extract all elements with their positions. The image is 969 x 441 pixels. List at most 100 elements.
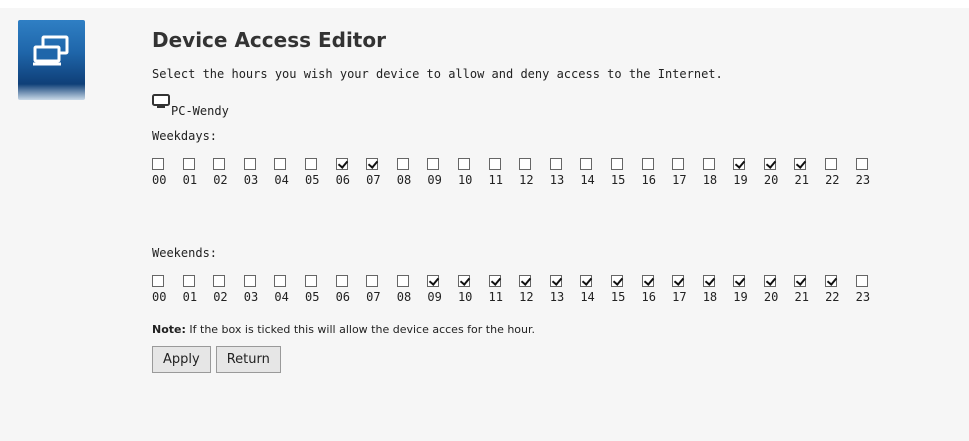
weekend-checkbox-00[interactable] (152, 275, 164, 287)
weekday-hour-23: 23 (855, 158, 880, 187)
weekday-checkbox-05[interactable] (304, 158, 317, 170)
weekday-checkbox-17[interactable] (672, 158, 685, 170)
weekday-hour-label: 01 (182, 173, 198, 187)
weekday-checkbox-08[interactable] (396, 158, 409, 170)
weekday-checkbox-00[interactable] (152, 158, 164, 170)
weekday-hour-label: 11 (488, 173, 503, 187)
page-title: Device Access Editor (152, 28, 386, 52)
weekday-hour-06: 06 (335, 158, 360, 187)
weekend-hour-19: 19 (733, 275, 757, 304)
weekend-checkbox-19[interactable] (733, 275, 746, 287)
weekend-hour-22: 22 (825, 275, 849, 304)
weekend-hour-04: 04 (274, 275, 298, 304)
weekend-hour-label: 20 (763, 290, 779, 304)
weekend-hour-17: 17 (672, 275, 696, 304)
weekend-hour-label: 12 (519, 290, 534, 304)
weekend-checkbox-07[interactable] (366, 275, 379, 287)
weekday-checkbox-21[interactable] (794, 158, 807, 170)
weekday-hour-04: 04 (274, 158, 298, 187)
return-button[interactable]: Return (215, 346, 281, 373)
weekend-checkbox-13[interactable] (549, 275, 562, 287)
note-text: If the box is ticked this will allow the… (185, 323, 536, 336)
weekday-checkbox-07[interactable] (366, 158, 379, 170)
weekend-checkbox-04[interactable] (274, 275, 287, 287)
weekday-checkbox-16[interactable] (641, 158, 654, 170)
weekday-checkbox-22[interactable] (825, 158, 838, 170)
weekend-hour-10: 10 (457, 275, 482, 304)
weekend-hour-label: 01 (182, 290, 198, 304)
weekend-hour-label: 11 (488, 290, 503, 304)
weekday-hour-label: 16 (641, 173, 656, 187)
weekday-checkbox-04[interactable] (274, 158, 287, 170)
weekday-checkbox-20[interactable] (763, 158, 776, 170)
weekend-checkbox-15[interactable] (610, 275, 623, 287)
weekday-checkbox-15[interactable] (610, 158, 623, 170)
weekend-checkbox-12[interactable] (519, 275, 532, 287)
weekday-checkbox-10[interactable] (457, 158, 470, 170)
weekend-checkbox-20[interactable] (763, 275, 776, 287)
weekday-checkbox-02[interactable] (213, 158, 226, 170)
weekend-checkbox-08[interactable] (396, 275, 409, 287)
weekend-checkbox-10[interactable] (457, 275, 470, 287)
weekend-checkbox-06[interactable] (335, 275, 348, 287)
weekend-checkbox-21[interactable] (794, 275, 807, 287)
weekday-hour-16: 16 (641, 158, 666, 187)
weekend-hour-14: 14 (580, 275, 604, 304)
main-content: Device Access Editor Select the hours yo… (152, 26, 952, 373)
weekday-checkbox-09[interactable] (427, 158, 440, 170)
weekend-checkbox-23[interactable] (855, 275, 868, 287)
weekday-hour-12: 12 (519, 158, 543, 187)
weekend-hour-15: 15 (610, 275, 635, 304)
weekday-hour-00: 00 (152, 158, 176, 187)
weekend-checkbox-09[interactable] (427, 275, 440, 287)
apply-button[interactable]: Apply (152, 346, 211, 373)
weekend-hour-label: 13 (549, 290, 565, 304)
weekend-checkbox-03[interactable] (243, 275, 256, 287)
weekend-hour-label: 22 (825, 290, 840, 304)
weekday-checkbox-06[interactable] (335, 158, 348, 170)
weekday-checkbox-23[interactable] (855, 158, 868, 170)
weekend-checkbox-16[interactable] (641, 275, 654, 287)
weekend-hour-label: 00 (152, 290, 167, 304)
weekday-checkbox-18[interactable] (702, 158, 715, 170)
weekday-hour-07: 07 (366, 158, 390, 187)
weekend-checkbox-11[interactable] (488, 275, 501, 287)
weekend-checkbox-22[interactable] (825, 275, 838, 287)
weekday-hour-19: 19 (733, 158, 757, 187)
weekend-checkbox-02[interactable] (213, 275, 226, 287)
weekend-hour-label: 19 (733, 290, 748, 304)
weekend-hour-02: 02 (213, 275, 237, 304)
weekend-hour-01: 01 (182, 275, 207, 304)
weekend-checkbox-18[interactable] (702, 275, 715, 287)
weekend-checkbox-17[interactable] (672, 275, 685, 287)
weekday-checkbox-03[interactable] (243, 158, 256, 170)
device-name: PC-Wendy (171, 104, 229, 118)
weekday-hour-03: 03 (243, 158, 268, 187)
weekday-checkbox-01[interactable] (182, 158, 195, 170)
device-access-section-icon (18, 20, 85, 100)
weekend-hour-05: 05 (304, 275, 329, 304)
weekend-checkbox-05[interactable] (304, 275, 317, 287)
weekday-hour-label: 03 (243, 173, 259, 187)
note-label: Note: (152, 323, 186, 336)
weekday-checkbox-12[interactable] (519, 158, 532, 170)
weekday-checkbox-19[interactable] (733, 158, 746, 170)
weekday-hour-label: 18 (702, 173, 718, 187)
weekend-hour-13: 13 (549, 275, 574, 304)
weekend-hour-09: 09 (427, 275, 451, 304)
weekday-hour-09: 09 (427, 158, 451, 187)
button-row: Apply Return (152, 346, 952, 373)
weekend-checkbox-01[interactable] (182, 275, 195, 287)
weekend-hour-08: 08 (396, 275, 421, 304)
weekend-hour-label: 02 (213, 290, 228, 304)
weekend-hour-label: 08 (396, 290, 412, 304)
weekend-checkbox-14[interactable] (580, 275, 593, 287)
weekday-hour-10: 10 (457, 158, 482, 187)
weekday-hour-label: 06 (335, 173, 351, 187)
weekday-hour-21: 21 (794, 158, 818, 187)
weekday-hour-01: 01 (182, 158, 207, 187)
weekday-checkbox-11[interactable] (488, 158, 501, 170)
top-strip (0, 0, 969, 8)
weekday-checkbox-13[interactable] (549, 158, 562, 170)
weekday-checkbox-14[interactable] (580, 158, 593, 170)
